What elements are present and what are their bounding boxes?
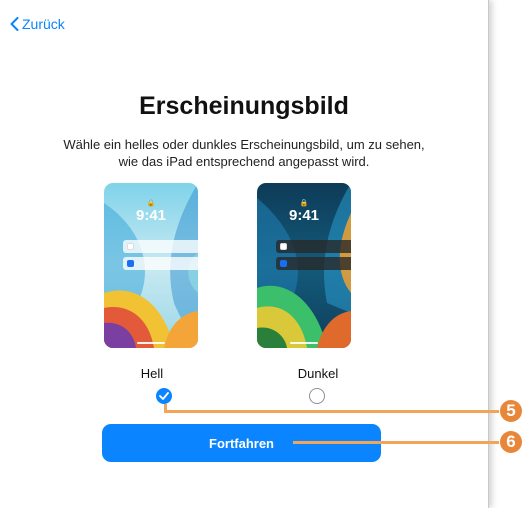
option-label-light: Hell [140,366,164,381]
notification-placeholder [123,240,198,253]
lockscreen-time: 9:41 [135,207,167,224]
notification-placeholder [276,257,351,270]
home-indicator [290,342,318,344]
option-label-dark: Dunkel [297,366,339,381]
setup-screen: Zurück Erscheinungsbild Wähle ein helles… [0,0,489,508]
continue-label: Fortfahren [209,435,274,451]
notification-placeholder [123,257,198,270]
lockscreen-time: 9:41 [288,207,320,224]
checkmark-icon [159,392,169,400]
callout-line-6 [293,441,502,444]
dark-radio[interactable] [309,388,325,404]
lock-icon: 🔒 [146,200,156,207]
callout-badge-6: 6 [500,431,522,453]
home-indicator [137,342,165,344]
callout-line-5 [164,410,502,413]
back-label: Zurück [22,16,65,32]
chevron-left-icon [10,17,19,31]
page-title: Erscheinungsbild [139,92,349,120]
lock-icon: 🔒 [299,200,309,207]
dark-preview[interactable]: 🔒 9:41 [257,183,351,348]
light-preview[interactable]: 🔒 9:41 [104,183,198,348]
page-subtitle: Wähle ein helles oder dunkles Erscheinun… [63,137,425,169]
back-button[interactable]: Zurück [10,16,65,32]
callout-badge-5: 5 [500,400,522,422]
notification-placeholder [276,240,351,253]
light-radio[interactable] [156,388,172,404]
